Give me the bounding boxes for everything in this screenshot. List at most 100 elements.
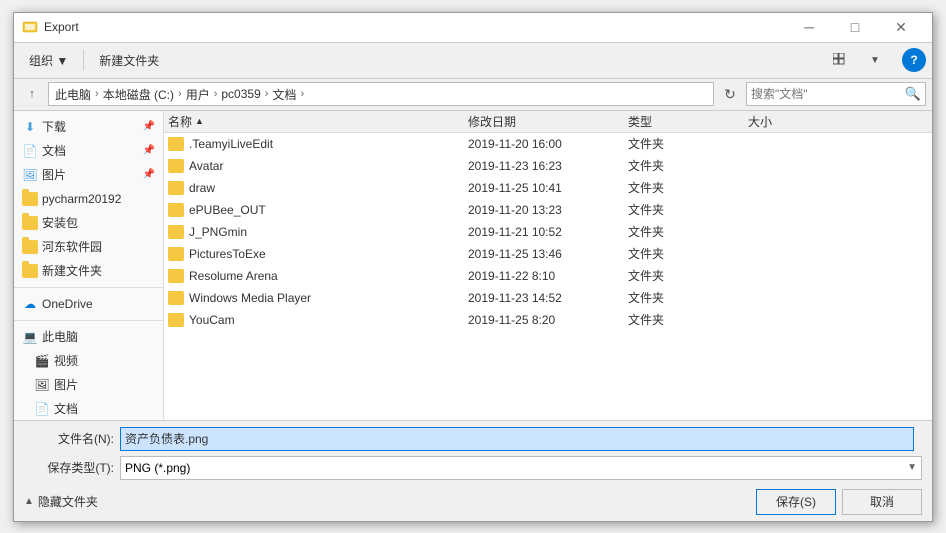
- file-type-cell: 文件夹: [628, 223, 748, 240]
- sidebar-item-onedrive[interactable]: ☁ OneDrive: [14, 292, 163, 316]
- sidebar-item-label: 文档: [54, 400, 78, 417]
- table-row[interactable]: draw 2019-11-25 10:41 文件夹: [164, 177, 932, 199]
- save-button[interactable]: 保存(S): [756, 489, 836, 515]
- file-name-cell: .TeamyiLiveEdit: [168, 137, 468, 151]
- dropdown-arrow-icon: ▼: [907, 462, 917, 473]
- sidebar-item-documents[interactable]: 📄 文档 📌: [14, 139, 163, 163]
- breadcrumb-users[interactable]: 用户: [184, 86, 212, 103]
- sidebar-item-label: 视频: [54, 352, 78, 369]
- action-buttons: 保存(S) 取消: [756, 489, 922, 515]
- refresh-button[interactable]: ↻: [718, 82, 742, 106]
- sidebar-item-download[interactable]: ⬇ 下载 📌: [14, 115, 163, 139]
- sidebar-item-pictures[interactable]: 🖼 图片 📌: [14, 163, 163, 187]
- cancel-button[interactable]: 取消: [842, 489, 922, 515]
- sidebar-item-label: 图片: [42, 166, 66, 183]
- help-button[interactable]: ?: [902, 48, 926, 72]
- breadcrumb-documents[interactable]: 文档: [270, 86, 298, 103]
- file-type-cell: 文件夹: [628, 267, 748, 284]
- search-icon: 🔍: [905, 86, 921, 102]
- file-type-cell: 文件夹: [628, 311, 748, 328]
- breadcrumb-c-drive[interactable]: 本地磁盘 (C:): [101, 86, 176, 103]
- pin-icon: 📌: [143, 145, 155, 156]
- table-row[interactable]: ePUBee_OUT 2019-11-20 13:23 文件夹: [164, 199, 932, 221]
- file-name-cell: Avatar: [168, 159, 468, 173]
- table-row[interactable]: .TeamyiLiveEdit 2019-11-20 16:00 文件夹: [164, 133, 932, 155]
- main-area: ⬇ 下载 📌 📄 文档 📌 🖼 图片 📌 pycharm20192 安装包: [14, 111, 932, 420]
- sidebar-divider-2: [14, 320, 163, 321]
- action-bar: ▲ 隐藏文件夹 保存(S) 取消: [24, 485, 922, 515]
- search-input[interactable]: [751, 87, 901, 101]
- up-arrow-button[interactable]: ↑: [20, 82, 44, 106]
- file-date-cell: 2019-11-22 8:10: [468, 269, 628, 283]
- folder-icon: [168, 203, 184, 217]
- titlebar-controls: ─ □ ✕: [786, 12, 924, 42]
- hidden-files-toggle[interactable]: ▲ 隐藏文件夹: [24, 493, 98, 510]
- view-dropdown-button[interactable]: ▼: [860, 48, 890, 72]
- docs-icon: 📄: [34, 401, 50, 417]
- sidebar-item-label: 文档: [42, 142, 66, 159]
- onedrive-icon: ☁: [22, 296, 38, 312]
- col-type-header[interactable]: 类型: [628, 113, 748, 130]
- view-button[interactable]: [826, 48, 856, 72]
- breadcrumb-pc0359[interactable]: pc0359: [219, 87, 262, 101]
- sidebar-item-label: OneDrive: [42, 297, 93, 311]
- sidebar-item-label: 此电脑: [42, 328, 78, 345]
- sidebar-item-label: 河东软件园: [42, 238, 102, 255]
- sidebar-divider: [14, 287, 163, 288]
- file-name-cell: draw: [168, 181, 468, 195]
- col-size-header[interactable]: 大小: [748, 113, 928, 130]
- table-row[interactable]: J_PNGmin 2019-11-21 10:52 文件夹: [164, 221, 932, 243]
- filename-input[interactable]: [120, 427, 914, 451]
- file-name-cell: PicturesToExe: [168, 247, 468, 261]
- sidebar-item-docs[interactable]: 📄 文档: [14, 397, 163, 420]
- documents-icon: 📄: [22, 143, 38, 159]
- maximize-button[interactable]: □: [832, 12, 878, 42]
- file-date-cell: 2019-11-25 10:41: [468, 181, 628, 195]
- table-row[interactable]: PicturesToExe 2019-11-25 13:46 文件夹: [164, 243, 932, 265]
- breadcrumb-sep-5: ›: [300, 88, 304, 100]
- organize-button[interactable]: 组织 ▼: [20, 47, 77, 73]
- folder-icon: [22, 264, 38, 278]
- pictures-icon: 🖼: [22, 167, 38, 183]
- breadcrumb-sep-3: ›: [214, 88, 218, 100]
- sort-icon: ▲: [195, 116, 204, 126]
- sidebar-item-label: 下载: [42, 118, 66, 135]
- col-name-header[interactable]: 名称 ▲: [168, 113, 468, 130]
- table-row[interactable]: YouCam 2019-11-25 8:20 文件夹: [164, 309, 932, 331]
- new-folder-button[interactable]: 新建文件夹: [90, 47, 168, 73]
- table-row[interactable]: Resolume Arena 2019-11-22 8:10 文件夹: [164, 265, 932, 287]
- sidebar-item-this-pc[interactable]: 💻 此电脑: [14, 325, 163, 349]
- close-button[interactable]: ✕: [878, 12, 924, 42]
- file-date-cell: 2019-11-20 16:00: [468, 137, 628, 151]
- breadcrumb[interactable]: 此电脑 › 本地磁盘 (C:) › 用户 › pc0359 › 文档 ›: [48, 82, 714, 106]
- sidebar-item-install[interactable]: 安装包: [14, 211, 163, 235]
- table-row[interactable]: Avatar 2019-11-23 16:23 文件夹: [164, 155, 932, 177]
- sidebar-item-new-folder[interactable]: 新建文件夹: [14, 259, 163, 283]
- file-type-cell: 文件夹: [628, 157, 748, 174]
- sidebar-item-pics[interactable]: 🖼 图片: [14, 373, 163, 397]
- sidebar-item-label: pycharm20192: [42, 192, 121, 206]
- sidebar-item-video[interactable]: 🎬 视频: [14, 349, 163, 373]
- file-type-cell: 文件夹: [628, 135, 748, 152]
- app-icon: [22, 19, 38, 35]
- filename-row: 文件名(N):: [24, 427, 922, 451]
- toolbar-separator: [83, 50, 84, 70]
- breadcrumb-this-pc[interactable]: 此电脑: [53, 86, 93, 103]
- sidebar-item-hedong[interactable]: 河东软件园: [14, 235, 163, 259]
- table-row[interactable]: Windows Media Player 2019-11-23 14:52 文件…: [164, 287, 932, 309]
- sidebar-item-pycharm[interactable]: pycharm20192: [14, 187, 163, 211]
- file-area: 名称 ▲ 修改日期 类型 大小 .TeamyiLiveEdit 2019-11-…: [164, 111, 932, 420]
- file-list: .TeamyiLiveEdit 2019-11-20 16:00 文件夹 Ava…: [164, 133, 932, 420]
- file-type-cell: 文件夹: [628, 245, 748, 262]
- search-box[interactable]: 🔍: [746, 82, 926, 106]
- filetype-value: PNG (*.png): [125, 461, 190, 475]
- this-pc-icon: 💻: [22, 329, 38, 345]
- sidebar: ⬇ 下载 📌 📄 文档 📌 🖼 图片 📌 pycharm20192 安装包: [14, 111, 164, 420]
- col-date-header[interactable]: 修改日期: [468, 113, 628, 130]
- file-date-cell: 2019-11-23 14:52: [468, 291, 628, 305]
- filetype-dropdown[interactable]: PNG (*.png) ▼: [120, 456, 922, 480]
- minimize-button[interactable]: ─: [786, 12, 832, 42]
- folder-icon: [168, 225, 184, 239]
- sidebar-item-label: 图片: [54, 376, 78, 393]
- breadcrumb-sep-1: ›: [95, 88, 99, 100]
